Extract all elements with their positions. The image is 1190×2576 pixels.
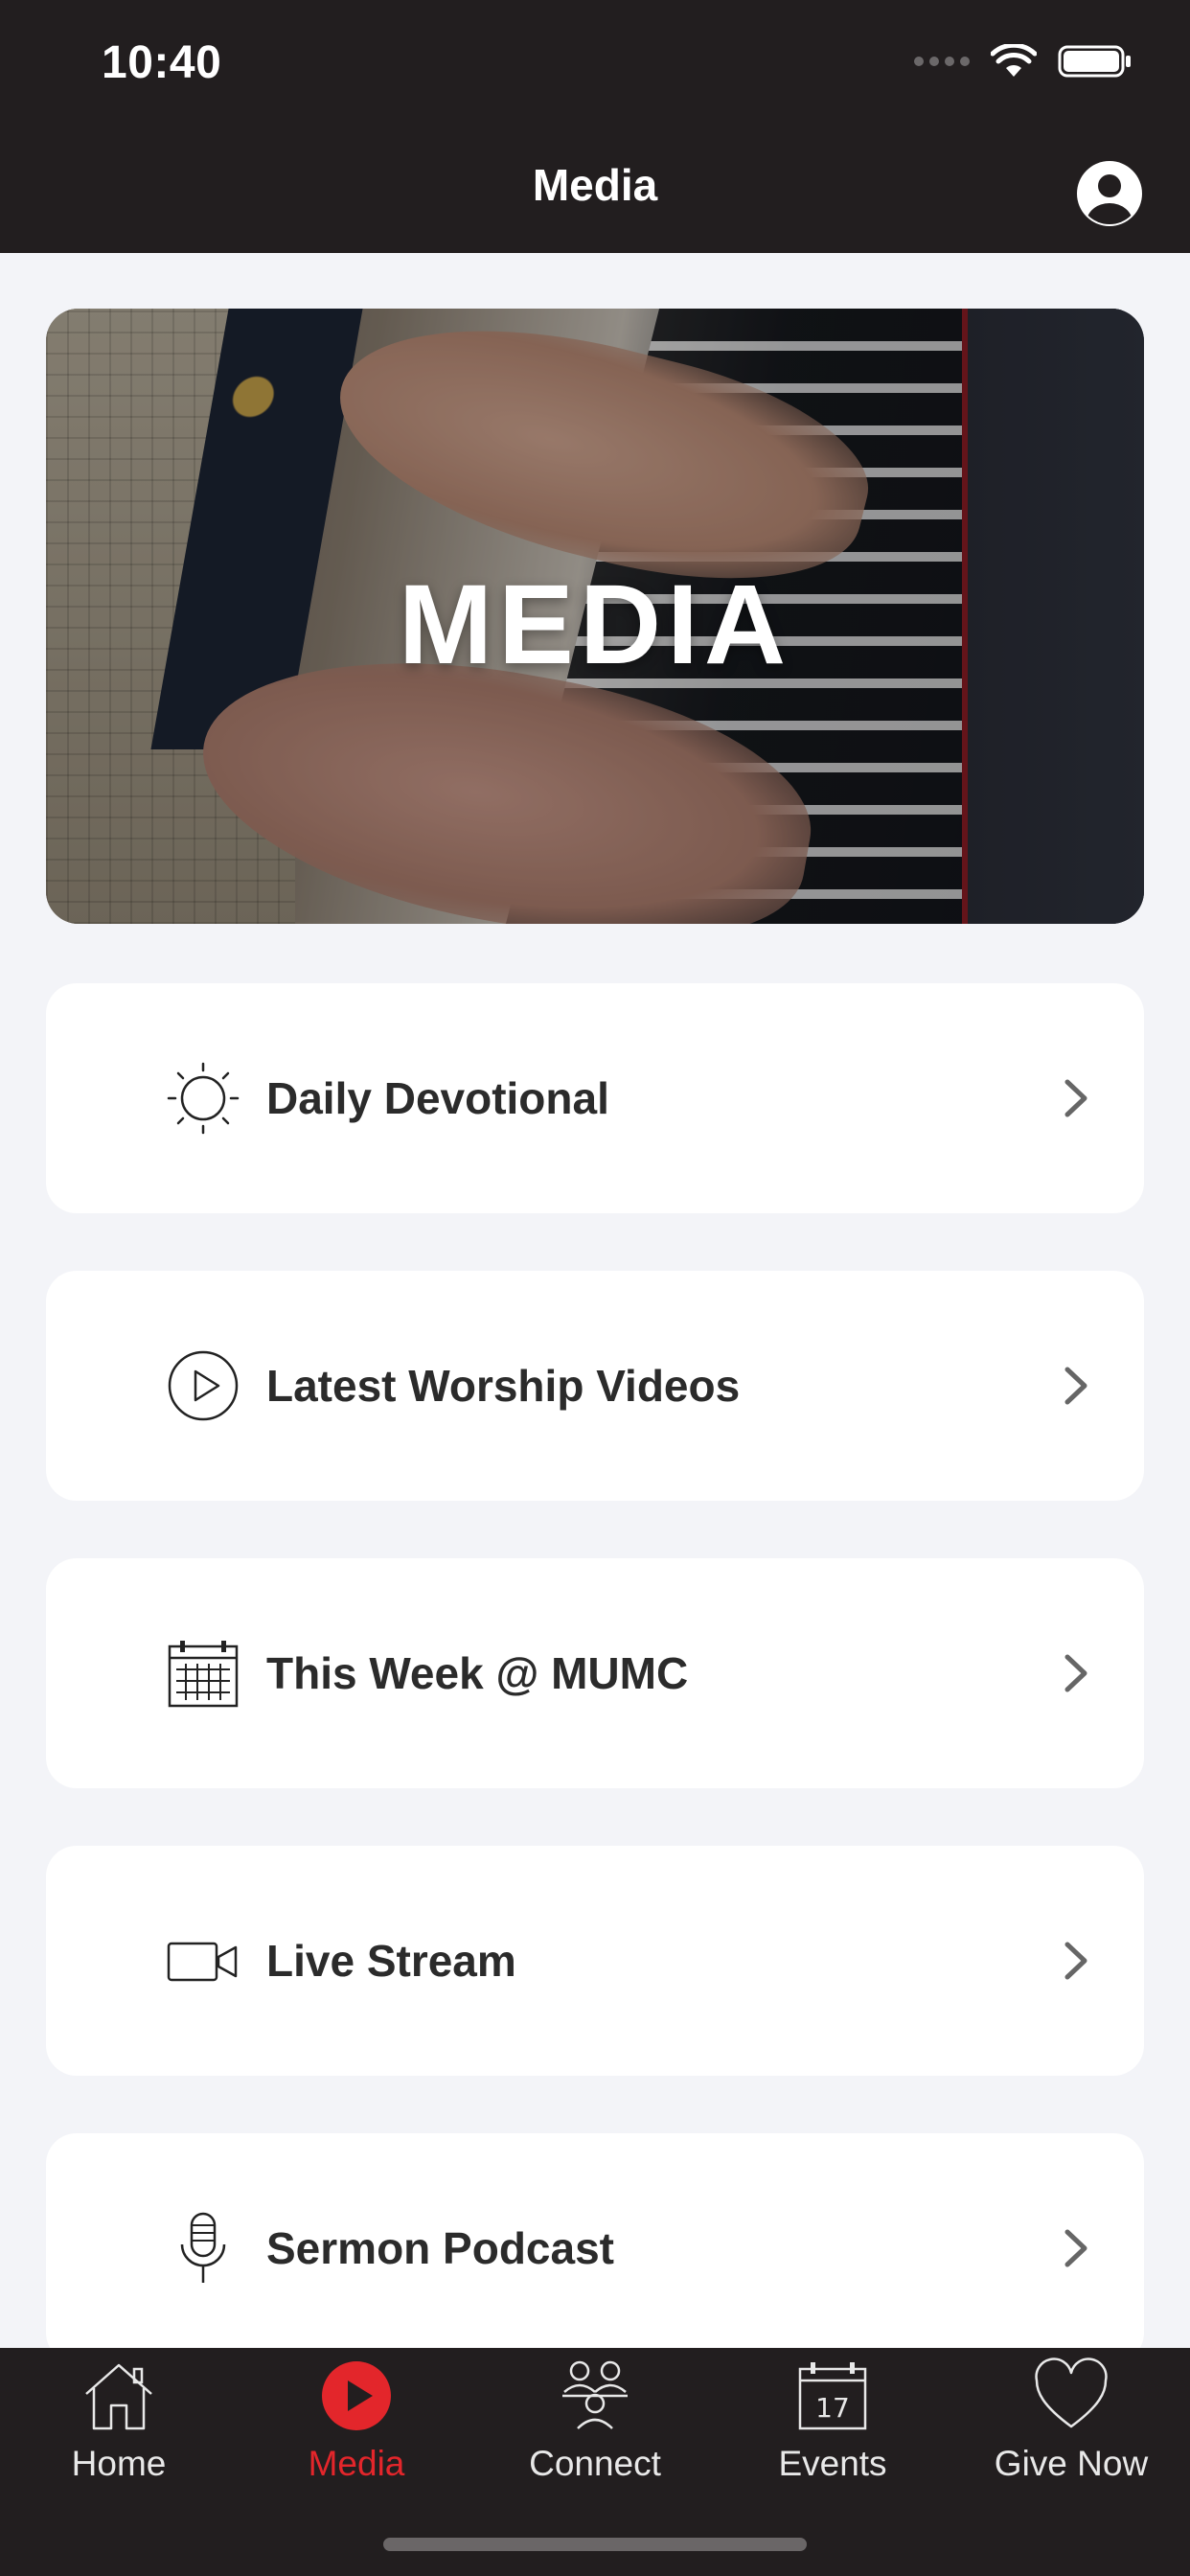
home-indicator[interactable] [383, 2538, 807, 2551]
chevron-right-icon [1064, 2229, 1087, 2267]
play-circle-icon [322, 2361, 391, 2430]
media-screen: 10:40 Media MEDIA Daily Devotional Lates… [0, 0, 1190, 2576]
microphone-icon [180, 2212, 226, 2283]
tab-give-now[interactable]: Give Now [952, 2358, 1190, 2520]
heart-icon [1035, 2358, 1108, 2428]
menu-item-sermon-podcast[interactable]: Sermon Podcast [46, 2133, 1144, 2363]
menu-item-label: Sermon Podcast [266, 2223, 614, 2273]
battery-icon [1058, 45, 1131, 78]
page-title: Media [532, 160, 658, 210]
house-icon [85, 2363, 152, 2430]
tab-label: Home [71, 2444, 167, 2483]
hero-title: MEDIA [398, 562, 792, 688]
calendar-date-text: 17 [815, 2392, 850, 2424]
tab-label: Connect [529, 2444, 661, 2483]
chevron-right-icon [1064, 1367, 1087, 1405]
status-time: 10:40 [102, 37, 222, 88]
chevron-right-icon [1064, 1654, 1087, 1692]
tab-label: Media [308, 2444, 405, 2483]
group-icon [562, 2360, 628, 2429]
tab-events[interactable]: 17 Events [714, 2358, 951, 2520]
tab-label: Events [778, 2444, 887, 2483]
menu-item-label: Latest Worship Videos [266, 1361, 741, 1411]
media-hero-banner: MEDIA [46, 309, 1144, 924]
chevron-right-icon [1064, 1079, 1087, 1117]
video-camera-icon [167, 1942, 238, 1982]
menu-item-label: Daily Devotional [266, 1073, 609, 1123]
menu-item-daily-devotional[interactable]: Daily Devotional [46, 983, 1144, 1213]
cellular-signal-icon [914, 57, 970, 66]
tab-home[interactable]: Home [0, 2358, 238, 2520]
menu-item-label: This Week @ MUMC [266, 1648, 689, 1698]
menu-item-live-stream[interactable]: Live Stream [46, 1846, 1144, 2076]
tab-connect[interactable]: Connect [476, 2358, 714, 2520]
sun-icon [167, 1062, 240, 1135]
menu-item-label: Live Stream [266, 1936, 516, 1986]
calendar-icon: 17 [798, 2362, 867, 2430]
menu-item-latest-worship-videos[interactable]: Latest Worship Videos [46, 1271, 1144, 1501]
chevron-right-icon [1064, 1942, 1087, 1980]
profile-button[interactable] [1075, 159, 1144, 228]
play-circle-icon [168, 1350, 239, 1421]
status-indicators [914, 44, 1133, 79]
menu-item-this-week[interactable]: This Week @ MUMC [46, 1558, 1144, 1788]
tab-label: Give Now [994, 2444, 1149, 2483]
calendar-icon [168, 1641, 239, 1708]
top-bar: 10:40 Media [0, 0, 1190, 253]
person-circle-icon [1077, 161, 1142, 226]
wifi-icon [991, 44, 1037, 77]
tab-media[interactable]: Media [238, 2358, 475, 2520]
